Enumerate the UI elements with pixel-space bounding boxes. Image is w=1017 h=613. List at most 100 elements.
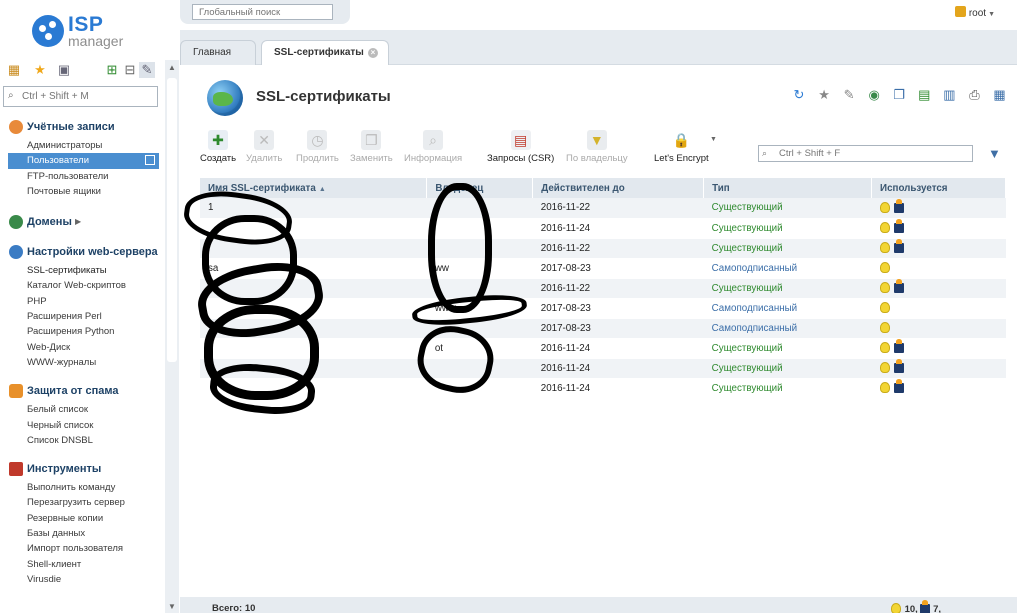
tree-view-icon[interactable]: ▦ xyxy=(6,62,22,78)
table-row[interactable]: sa ww 2017-08-23 Самоподписанный xyxy=(200,258,1006,279)
menu-item-users[interactable]: Пользователи xyxy=(8,153,159,169)
menu-item-php[interactable]: PHP xyxy=(0,294,165,309)
menu-search[interactable]: ⌕ xyxy=(3,86,158,107)
column-type[interactable]: Тип xyxy=(703,178,873,198)
menu-group-accounts[interactable]: Учётные записи xyxy=(0,116,165,138)
scrollbar-thumb[interactable] xyxy=(167,78,177,362)
menu-item-shell[interactable]: Shell-клиент xyxy=(0,557,165,572)
global-search-input[interactable] xyxy=(192,4,333,20)
column-valid[interactable]: Действителен до xyxy=(532,178,705,198)
menu-item-dnsbl[interactable]: Список DNSBL xyxy=(0,433,165,448)
tab-home[interactable]: Главная xyxy=(180,40,256,65)
lets-encrypt-dropdown-icon[interactable]: ▼ xyxy=(710,136,717,143)
lets-encrypt-button[interactable]: 🔒 Let's Encrypt xyxy=(654,130,709,164)
menu-item-blacklist[interactable]: Черный список xyxy=(0,418,165,433)
favorite-star-icon[interactable]: ★ xyxy=(817,87,832,102)
footer-bar: Всего: 10 10, 7, xyxy=(180,597,1017,613)
menu-group-accounts-label: Учётные записи xyxy=(27,121,115,133)
chevron-right-icon: ▶ xyxy=(75,217,82,227)
lets-encrypt-small-icon xyxy=(893,339,904,353)
logo-manager-text: manager xyxy=(68,33,124,49)
cell-valid: 2016-11-24 xyxy=(532,218,704,239)
expand-all-icon[interactable]: ⊞ xyxy=(104,62,120,78)
menu-item-databases[interactable]: Базы данных xyxy=(0,526,165,541)
menu-item-whitelist[interactable]: Белый список xyxy=(0,402,165,417)
table-search-icon: ⌕ xyxy=(762,148,768,158)
export-doc-icon[interactable]: ▥ xyxy=(942,87,957,102)
pin-icon[interactable]: ✎ xyxy=(842,87,857,102)
menu-item-run-command[interactable]: Выполнить команду xyxy=(0,480,165,495)
menu-item-www-logs[interactable]: WWW-журналы xyxy=(0,355,165,370)
menu-item-users-label: Пользователи xyxy=(27,155,90,167)
le-count: 7, xyxy=(933,604,941,613)
lets-encrypt-small-icon xyxy=(893,219,904,233)
scroll-down-icon[interactable]: ▼ xyxy=(168,602,176,611)
bulb-count: 10, xyxy=(904,604,918,613)
cell-used xyxy=(871,298,1006,319)
menu-group-domains[interactable]: Домены ▶ xyxy=(0,211,165,233)
isp-manager-logo[interactable]: ISP manager xyxy=(32,12,123,50)
menu-item-ftp-users[interactable]: FTP-пользователи xyxy=(0,169,165,184)
replace-icon: ❐ xyxy=(361,130,382,150)
menu-group-spam[interactable]: Защита от спама xyxy=(0,380,165,402)
cell-valid: 2016-11-22 xyxy=(532,238,704,259)
sidebar-scrollbar[interactable]: ▲ ▼ xyxy=(165,60,179,613)
export-excel-icon[interactable]: ▤ xyxy=(917,87,932,102)
scroll-up-icon[interactable]: ▲ xyxy=(168,63,176,72)
table-row[interactable]: 1 2016-11-22 Существующий xyxy=(200,198,1006,219)
briefcase-icon[interactable]: ▣ xyxy=(56,62,72,78)
domains-globe-icon xyxy=(9,215,23,230)
menu-group-webserver[interactable]: Настройки web-сервера xyxy=(0,241,165,263)
bulb-icon xyxy=(879,201,890,213)
create-button[interactable]: ✚ Создать xyxy=(200,130,236,164)
menu-item-reboot[interactable]: Перезагрузить сервер xyxy=(0,495,165,510)
collapse-all-icon[interactable]: ⊟ xyxy=(122,62,138,78)
filter-icon[interactable]: ▼ xyxy=(988,146,1001,161)
user-menu[interactable]: root ▼ xyxy=(954,6,995,19)
table-row[interactable]: 2016-11-24 Существующий xyxy=(200,218,1006,239)
close-tab-icon[interactable]: × xyxy=(368,48,378,58)
table-search[interactable]: ⌕ xyxy=(758,145,973,162)
table-row[interactable]: 2016-11-24 Существующий xyxy=(200,358,1006,379)
refresh-icon[interactable]: ↻ xyxy=(792,87,807,102)
menu-item-ssl-certificates[interactable]: SSL-сертификаты xyxy=(0,263,165,278)
cell-valid: 2017-08-23 xyxy=(532,318,704,339)
table-row[interactable]: 2016-11-24 Существующий xyxy=(200,378,1006,399)
csr-button[interactable]: ▤ Запросы (CSR) xyxy=(487,130,554,164)
by-owner-button[interactable]: ▼ По владельцу xyxy=(566,130,628,164)
table-row[interactable]: ot 2016-11-24 Существующий xyxy=(200,338,1006,359)
settings-icon[interactable]: ▦ xyxy=(992,87,1007,102)
menu-search-input[interactable] xyxy=(22,87,152,106)
menu-item-perl[interactable]: Расширения Perl xyxy=(0,309,165,324)
table-row[interactable]: 2016-11-22 Существующий xyxy=(200,238,1006,259)
replace-button[interactable]: ❐ Заменить xyxy=(350,130,393,164)
print-icon[interactable]: ⎙ xyxy=(967,87,982,102)
cell-valid: 2017-08-23 xyxy=(532,298,704,319)
delete-label: Удалить xyxy=(246,153,283,164)
column-used[interactable]: Используется xyxy=(871,178,1006,198)
menu-group-tools[interactable]: Инструменты xyxy=(0,458,165,480)
open-new-window-icon[interactable] xyxy=(145,155,155,166)
tab-ssl-certificates[interactable]: SSL-сертификаты × xyxy=(261,40,389,65)
menu-item-mailboxes[interactable]: Почтовые ящики xyxy=(0,184,165,199)
delete-button[interactable]: ✕ Удалить xyxy=(246,130,282,164)
extend-button[interactable]: ◷ Продлить xyxy=(296,130,339,164)
favorites-star-icon[interactable]: ★ xyxy=(32,62,48,78)
menu-item-python[interactable]: Расширения Python xyxy=(0,324,165,339)
copy-icon[interactable]: ❐ xyxy=(892,87,907,102)
menu-item-import-user[interactable]: Импорт пользователя xyxy=(0,541,165,556)
menu-item-administrators[interactable]: Администраторы xyxy=(0,138,165,153)
globe-icon[interactable]: ◉ xyxy=(867,87,882,102)
table-search-input[interactable] xyxy=(779,146,969,161)
cell-valid: 2017-08-23 xyxy=(532,258,704,279)
table-row[interactable]: 2017-08-23 Самоподписанный xyxy=(200,318,1006,339)
menu-item-backups[interactable]: Резервные копии xyxy=(0,511,165,526)
menu-item-web-scripts[interactable]: Каталог Web-скриптов xyxy=(0,278,165,293)
menu-item-webdisk[interactable]: Web-Диск xyxy=(0,340,165,355)
info-button[interactable]: ⌕ Информация xyxy=(404,130,462,164)
menu-item-virusdie[interactable]: Virusdie xyxy=(0,572,165,587)
cell-type: Самоподписанный xyxy=(703,318,872,339)
menu-group-tools-label: Инструменты xyxy=(27,463,102,476)
pin-icon[interactable]: ✎ xyxy=(139,62,155,78)
bulb-icon xyxy=(879,322,890,333)
